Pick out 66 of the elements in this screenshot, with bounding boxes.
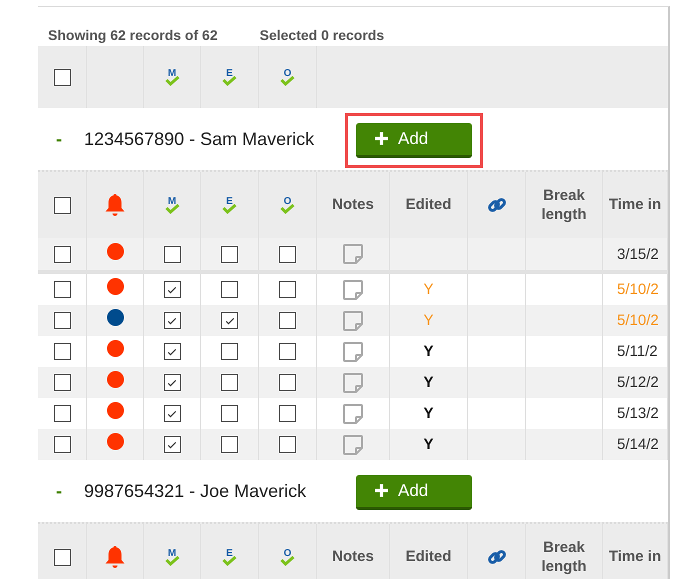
edited-cell: Y (423, 343, 434, 360)
edited-cell: Y (423, 405, 434, 422)
checkbox[interactable] (164, 343, 180, 360)
checkbox[interactable] (279, 343, 296, 360)
collapse-toggle[interactable]: - (56, 128, 84, 150)
plus-icon (374, 131, 389, 146)
collapse-toggle[interactable]: - (56, 480, 84, 502)
checkbox[interactable] (279, 281, 296, 298)
link-icon (486, 547, 506, 567)
column-header: Edited (406, 195, 452, 215)
checkbox[interactable] (221, 405, 238, 422)
column-header: Break length (540, 538, 588, 576)
checkbox[interactable] (54, 343, 70, 360)
edited-cell: Y (423, 312, 434, 329)
column-header: Time in (608, 195, 662, 215)
edited-cell: Y (423, 281, 434, 298)
checkbox[interactable] (221, 374, 238, 391)
group-title: 9987654321 - Joe Maverick (84, 480, 308, 502)
checkbox[interactable] (164, 246, 180, 262)
time-cell: 5/10/2 (617, 281, 659, 298)
checkbox[interactable] (221, 246, 238, 262)
edited-cell: Y (423, 374, 434, 391)
records-count: Showing 62 records of 62 (48, 27, 218, 45)
checkbox[interactable] (221, 343, 238, 360)
checkbox[interactable] (164, 312, 180, 329)
time-cell: 5/13/2 (617, 405, 659, 422)
bell-icon (103, 192, 127, 218)
checkbox[interactable] (54, 312, 70, 329)
time-cell: 5/10/2 (617, 312, 659, 329)
checkbox[interactable] (279, 374, 296, 391)
column-header: Break length (540, 186, 588, 224)
checkbox[interactable] (54, 196, 70, 214)
column-header: Notes (332, 547, 374, 567)
add-button[interactable]: Add (356, 474, 472, 510)
checkbox[interactable] (279, 312, 296, 329)
checkbox[interactable] (279, 405, 296, 422)
checkbox[interactable] (221, 312, 238, 329)
checkbox[interactable] (54, 436, 70, 453)
time-cell: 3/15/2 (617, 246, 659, 262)
add-button[interactable]: Add (356, 122, 472, 158)
column-header: Edited (406, 547, 452, 567)
checkbox[interactable] (164, 405, 180, 422)
time-cell: 5/14/2 (617, 436, 659, 453)
checkbox[interactable] (54, 281, 70, 298)
edited-cell: Y (423, 436, 434, 453)
checkbox[interactable] (279, 436, 296, 453)
group-title: 1234567890 - Sam Maverick (84, 128, 316, 150)
selected-count: Selected 0 records (260, 27, 384, 45)
checkbox[interactable] (164, 374, 180, 391)
link-icon (486, 195, 506, 215)
checkbox[interactable] (279, 246, 296, 262)
checkbox[interactable] (221, 281, 238, 298)
checkbox[interactable] (54, 548, 70, 566)
bell-icon (103, 544, 127, 570)
checkbox[interactable] (164, 436, 180, 453)
checkbox[interactable] (54, 246, 70, 262)
plus-icon (374, 483, 389, 498)
column-header: Notes (332, 195, 374, 215)
time-cell: 5/12/2 (617, 374, 659, 391)
checkbox[interactable] (221, 436, 238, 453)
checkbox[interactable] (54, 68, 70, 86)
time-cell: 5/11/2 (617, 343, 658, 360)
checkbox[interactable] (164, 281, 180, 298)
column-header: Time in (608, 547, 662, 567)
checkbox[interactable] (54, 374, 70, 391)
checkbox[interactable] (54, 405, 70, 422)
